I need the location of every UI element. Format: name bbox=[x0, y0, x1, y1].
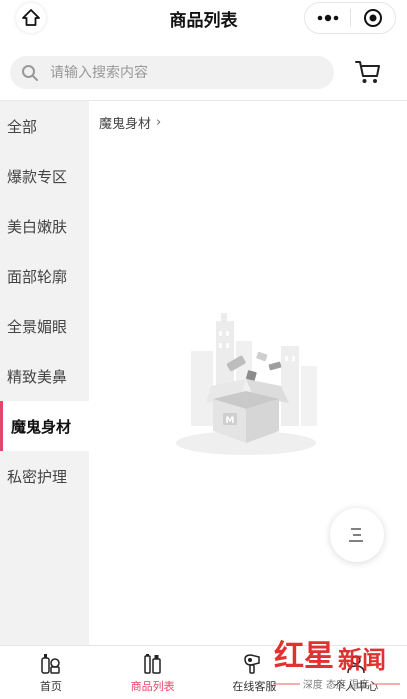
mini-program-capsule bbox=[304, 2, 396, 34]
product-list-area: 魔鬼身材 › M bbox=[89, 101, 407, 645]
search-row bbox=[0, 46, 407, 100]
tab-product-list[interactable]: 商品列表 bbox=[102, 646, 204, 699]
sidebar-item-nose[interactable]: 精致美鼻 bbox=[0, 351, 89, 401]
tab-label: 在线客服 bbox=[232, 679, 277, 693]
close-mini-program-button[interactable] bbox=[351, 3, 395, 33]
search-icon bbox=[20, 63, 40, 83]
breadcrumb-label: 魔鬼身材 bbox=[99, 117, 152, 132]
home-bottles-icon bbox=[38, 652, 64, 676]
sidebar-item-label: 爆款专区 bbox=[7, 167, 68, 186]
sidebar-item-facial-contour[interactable]: 面部轮廓 bbox=[0, 251, 89, 301]
tab-label: 首页 bbox=[39, 679, 62, 693]
sidebar-item-body[interactable]: 魔鬼身材 bbox=[0, 401, 89, 451]
target-close-icon bbox=[364, 9, 382, 27]
sidebar-item-label: 私密护理 bbox=[7, 467, 68, 486]
sidebar-item-hot[interactable]: 爆款专区 bbox=[0, 151, 89, 201]
breadcrumb[interactable]: 魔鬼身材 › bbox=[99, 113, 161, 132]
bottom-tab-bar: 首页 商品列表 在线客服 个人中心 bbox=[0, 645, 407, 699]
floating-menu-button[interactable] bbox=[330, 508, 384, 562]
sidebar-item-label: 全部 bbox=[7, 117, 38, 136]
product-list-icon bbox=[140, 652, 166, 676]
sidebar-item-all[interactable]: 全部 bbox=[0, 101, 89, 151]
menu-lines-icon bbox=[349, 528, 363, 542]
category-sidebar: 全部 爆款专区 美白嫩肤 面部轮廓 全景媚眼 精致美鼻 魔鬼身材 私密护理 bbox=[0, 101, 89, 645]
sidebar-item-eyes[interactable]: 全景媚眼 bbox=[0, 301, 89, 351]
sidebar-item-label: 精致美鼻 bbox=[7, 367, 68, 386]
sidebar-item-label: 美白嫩肤 bbox=[7, 217, 68, 236]
svg-text:M: M bbox=[226, 416, 235, 426]
chevron-right-icon: › bbox=[156, 115, 162, 130]
tab-customer-service[interactable]: 在线客服 bbox=[204, 646, 306, 699]
sidebar-item-label: 魔鬼身材 bbox=[11, 417, 72, 436]
more-dots-icon bbox=[317, 14, 338, 22]
top-nav-bar: 商品列表 bbox=[0, 0, 407, 36]
tab-home[interactable]: 首页 bbox=[0, 646, 102, 699]
sidebar-item-label: 面部轮廓 bbox=[7, 267, 68, 286]
user-center-icon bbox=[343, 652, 369, 676]
more-button[interactable] bbox=[305, 3, 350, 33]
tab-label: 个人中心 bbox=[334, 679, 379, 693]
sidebar-item-label: 全景媚眼 bbox=[7, 317, 68, 336]
empty-box-illustration: M bbox=[176, 313, 317, 455]
shopping-cart-icon bbox=[355, 61, 380, 83]
sidebar-item-whitening[interactable]: 美白嫩肤 bbox=[0, 201, 89, 251]
search-input[interactable] bbox=[50, 64, 310, 81]
hair-dryer-icon bbox=[241, 652, 267, 676]
tab-user-center[interactable]: 个人中心 bbox=[305, 646, 407, 699]
sidebar-item-private-care[interactable]: 私密护理 bbox=[0, 451, 89, 501]
search-box[interactable] bbox=[10, 56, 334, 89]
cart-button[interactable] bbox=[352, 56, 384, 88]
tab-label: 商品列表 bbox=[130, 679, 175, 693]
